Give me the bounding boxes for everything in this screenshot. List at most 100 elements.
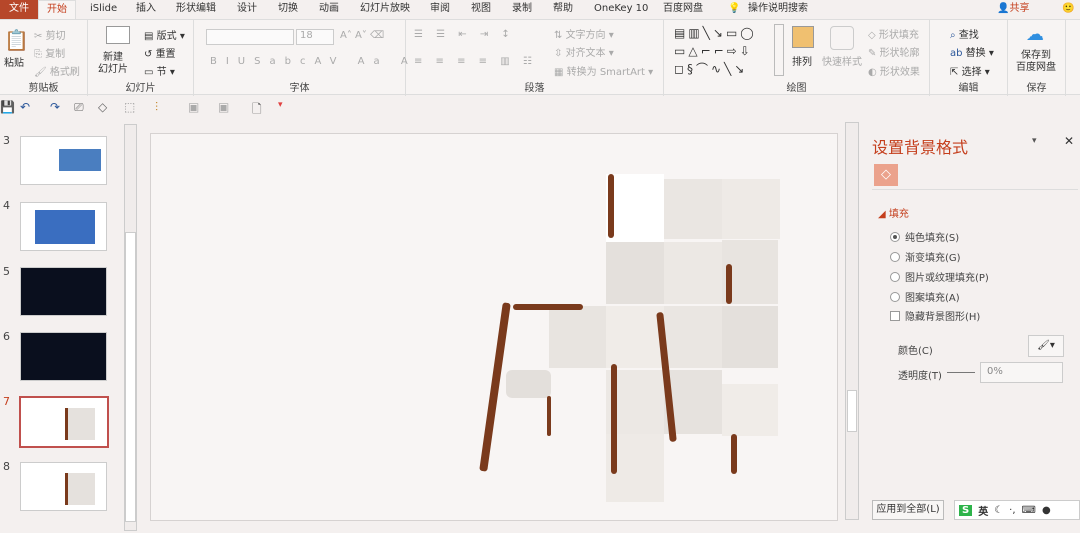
format-painter-button[interactable]: 🖌 格式刷 xyxy=(34,63,80,78)
tab-insert[interactable]: 插入 xyxy=(136,0,156,19)
slide-scroll-thumb[interactable] xyxy=(847,390,857,432)
font-size-input[interactable]: 18 xyxy=(296,29,334,45)
redo-icon[interactable]: ↷ xyxy=(50,100,60,114)
share-button[interactable]: 👤共享 xyxy=(997,0,1029,19)
pane-options-icon[interactable]: ▾ xyxy=(1032,136,1037,146)
fill-section-header[interactable]: ◢ 填充 xyxy=(878,205,909,220)
gradient-fill-option[interactable]: 渐变填充(G) xyxy=(890,249,961,264)
select-button[interactable]: ⇱ 选择 ▾ xyxy=(950,63,990,78)
pattern-fill-option[interactable]: 图案填充(A) xyxy=(890,289,960,304)
shape-effects-button[interactable]: ◐ 形状效果 xyxy=(868,63,920,78)
new-slide-icon[interactable] xyxy=(106,26,130,44)
picture-fill-option[interactable]: 图片或纹理填充(P) xyxy=(890,269,989,284)
shapes-icon[interactable]: ◇ xyxy=(98,100,107,114)
reset-button[interactable]: ↺ 重置 xyxy=(144,45,176,60)
undo-icon[interactable]: ↶ xyxy=(20,100,30,114)
replace-button[interactable]: ab 替换 ▾ xyxy=(950,44,994,59)
save-icon[interactable]: 💾 xyxy=(0,100,15,114)
save-to-baidu-button[interactable]: 保存到 百度网盘 xyxy=(1016,50,1056,74)
slide-thumbnail-6[interactable] xyxy=(20,332,107,381)
quick-access-toolbar: 💾 ↶ ↷ ⎚ ◇ ⬚ ⫶ ▣ ▣ 🗋 ▾ xyxy=(0,96,1080,120)
close-icon[interactable]: ✕ xyxy=(1064,134,1074,148)
slide-thumbnail-4[interactable] xyxy=(20,202,107,251)
transparency-input[interactable]: 0% xyxy=(980,362,1063,383)
tab-file[interactable]: 文件 xyxy=(0,0,38,19)
tell-me-search[interactable]: 操作说明搜索 xyxy=(748,0,808,19)
customize-qat-icon[interactable]: ▾ xyxy=(278,100,283,110)
align-icons[interactable]: ≡ ≡ ≡ ≡ ▥ ☷ xyxy=(414,56,537,67)
quick-styles-icon[interactable] xyxy=(830,26,854,50)
text-direction-button[interactable]: ⇅ 文字方向 ▾ xyxy=(554,26,614,41)
tab-home[interactable]: 开始 xyxy=(38,0,76,19)
font-name-input[interactable] xyxy=(206,29,294,45)
tab-transitions[interactable]: 切换 xyxy=(278,0,298,19)
thumbnails-scroll-thumb[interactable] xyxy=(125,232,136,522)
ime-language[interactable]: 英 xyxy=(978,503,988,518)
shape-gallery[interactable]: ▤▥╲↘▭◯ ▭△⌐⌐⇨⇩ ◻§⌒∿╲↘ xyxy=(674,24,757,78)
list-icons[interactable]: ☰ ☰ ⇤ ⇥ ↕ xyxy=(414,29,515,40)
align-text-button[interactable]: ⇳ 对齐文本 ▾ xyxy=(554,44,614,59)
new-slide-button[interactable]: 新建 幻灯片 xyxy=(98,52,128,76)
bring-forward-icon[interactable]: ▣ xyxy=(188,100,199,114)
group-icon[interactable]: ⬚ xyxy=(124,100,135,114)
slide-number: 8 xyxy=(3,460,10,473)
align-icon[interactable]: ⫶ xyxy=(155,100,158,115)
user-icon[interactable]: ● xyxy=(1042,505,1051,516)
slide-thumbnail-3[interactable] xyxy=(20,136,107,185)
tab-shape-edit[interactable]: 形状编辑 xyxy=(176,0,216,19)
tab-record[interactable]: 录制 xyxy=(512,0,532,19)
arrange-icon[interactable] xyxy=(792,26,814,48)
slide-thumbnail-5[interactable] xyxy=(20,267,107,316)
slideshow-icon[interactable]: ⎚ xyxy=(74,100,84,115)
format-background-pane: 设置背景格式 ▾ ✕ ◇ ◢ 填充 纯色填充(S) 渐变填充(G) 图片或纹理填… xyxy=(862,122,1080,533)
hide-background-checkbox[interactable]: 隐藏背景图形(H) xyxy=(890,308,980,323)
color-picker-button[interactable]: 🖌▾ xyxy=(1028,335,1064,357)
slide-vertical-scrollbar[interactable] xyxy=(845,122,859,520)
tab-view[interactable]: 视图 xyxy=(471,0,491,19)
radio xyxy=(890,251,900,262)
paste-button[interactable]: 粘贴 xyxy=(4,54,24,69)
tab-baidu[interactable]: 百度网盘 xyxy=(663,0,703,19)
cut-button[interactable]: ✂ 剪切 xyxy=(34,27,66,42)
send-backward-icon[interactable]: ▣ xyxy=(218,100,229,114)
group-label: 绘图 xyxy=(786,83,807,94)
baidu-cloud-icon[interactable]: ☁ xyxy=(1026,24,1044,45)
tab-animations[interactable]: 动画 xyxy=(319,0,339,19)
arrange-button[interactable]: 排列 xyxy=(792,53,812,68)
solid-fill-option[interactable]: 纯色填充(S) xyxy=(890,229,959,244)
slide-thumbnail-7-selected[interactable] xyxy=(19,396,109,448)
layout-button[interactable]: ▤ 版式 ▾ xyxy=(144,27,185,42)
shape-outline-button[interactable]: ✎ 形状轮廓 xyxy=(868,44,920,59)
moon-icon[interactable]: ☾ xyxy=(994,505,1003,516)
divider xyxy=(872,189,1078,190)
transparency-slider[interactable] xyxy=(947,372,975,373)
section-button[interactable]: ▭ 节 ▾ xyxy=(144,63,175,78)
tab-slideshow[interactable]: 幻灯片放映 xyxy=(360,0,410,19)
tab-design[interactable]: 设计 xyxy=(237,0,257,19)
apply-to-all-button[interactable]: 应用到全部(L) xyxy=(872,500,944,520)
ime-toolbar[interactable]: S 英 ☾ ·, ⌨ ● xyxy=(954,500,1080,520)
radio xyxy=(890,291,900,302)
keyboard-icon[interactable]: ⌨ xyxy=(1022,505,1036,516)
group-label: 幻灯片 xyxy=(125,83,156,94)
fill-tab-icon[interactable]: ◇ xyxy=(874,164,898,186)
shape-gallery-scroll[interactable] xyxy=(774,24,784,76)
new-file-icon[interactable]: 🗋 xyxy=(252,100,262,121)
copy-button[interactable]: ⎘ 复制 xyxy=(34,45,65,60)
shape-fill-button[interactable]: ◇ 形状填充 xyxy=(868,26,919,41)
find-button[interactable]: ⌕ 查找 xyxy=(950,26,979,41)
paste-icon[interactable]: 📋 xyxy=(4,28,29,52)
tab-help[interactable]: 帮助 xyxy=(553,0,573,19)
tab-review[interactable]: 审阅 xyxy=(430,0,450,19)
slide-number: 4 xyxy=(3,199,10,212)
smiley-icon[interactable]: 🙂 xyxy=(1062,0,1074,19)
slide-thumbnail-8[interactable] xyxy=(20,462,107,511)
punctuation-icon[interactable]: ·, xyxy=(1009,505,1015,516)
grow-font-icon[interactable]: A˄ A˅ ⌫ xyxy=(340,30,384,41)
tab-islide[interactable]: iSlide xyxy=(90,0,117,19)
slide-canvas[interactable] xyxy=(150,133,838,521)
font-format-buttons[interactable]: BIUSabcAV Aa A xyxy=(210,56,417,67)
tab-onekey[interactable]: OneKey 10 xyxy=(594,0,648,19)
smartart-button[interactable]: ▦ 转换为 SmartArt ▾ xyxy=(554,63,653,78)
quick-styles-button[interactable]: 快速样式 xyxy=(822,53,862,68)
